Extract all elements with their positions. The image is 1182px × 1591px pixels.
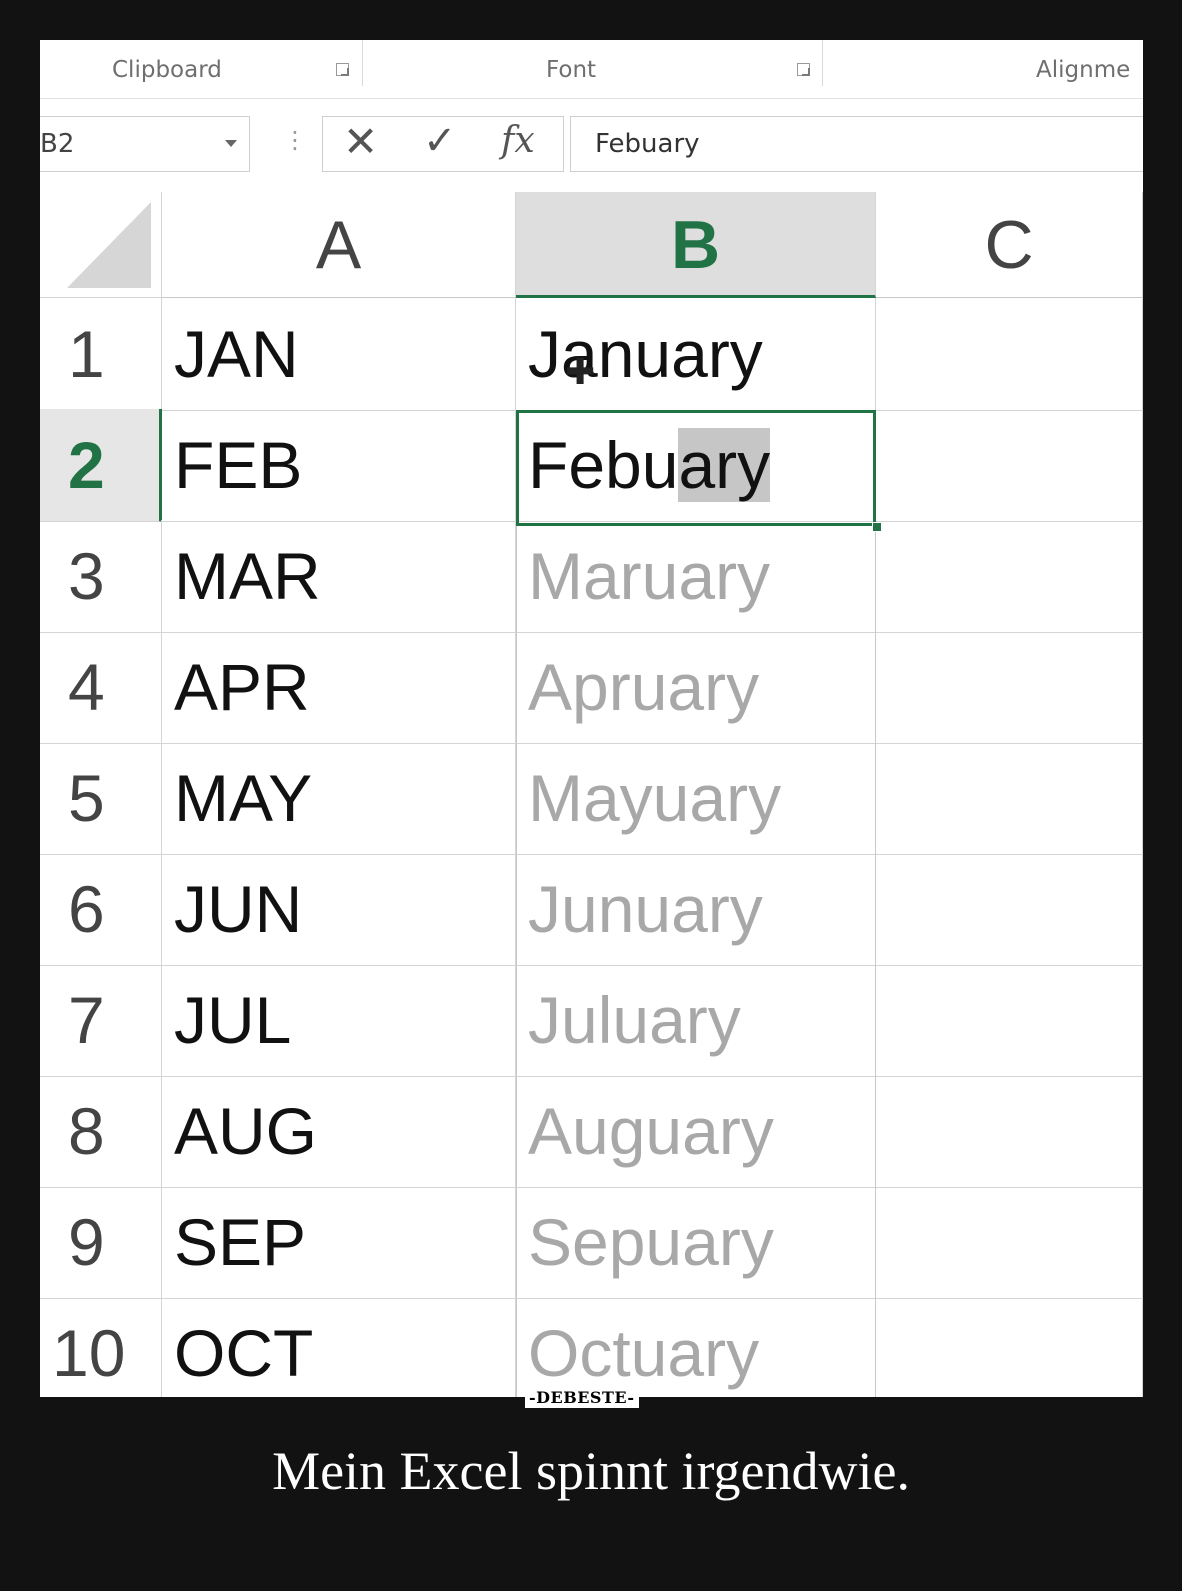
cell-b7[interactable]: Juluary <box>516 964 876 1077</box>
cell-a2[interactable]: FEB <box>162 409 516 522</box>
cell-a4[interactable]: APR <box>162 631 516 744</box>
fill-handle[interactable] <box>872 522 882 532</box>
select-all-button[interactable] <box>40 192 162 298</box>
cell-c8[interactable] <box>876 1075 1143 1188</box>
cell-b5[interactable]: Mayuary <box>516 742 876 855</box>
ribbon-group-clipboard: Clipboard <box>112 57 222 83</box>
cell-c9[interactable] <box>876 1186 1143 1299</box>
cell-a6[interactable]: JUN <box>162 853 516 966</box>
cell-b2-typed-text: Febu <box>528 428 679 502</box>
font-dialog-launcher-icon[interactable] <box>797 63 810 76</box>
column-header-a[interactable]: A <box>162 192 516 298</box>
insert-function-icon[interactable]: fx <box>501 123 535 159</box>
row-header-10[interactable]: 10 <box>40 1297 162 1397</box>
cell-c3[interactable] <box>876 520 1143 633</box>
column-header-b[interactable]: B <box>516 192 876 298</box>
cell-c4[interactable] <box>876 631 1143 744</box>
formula-bar-resize-handle[interactable]: ⋮ <box>283 128 307 152</box>
cell-b3[interactable]: Maruary <box>516 520 876 633</box>
cell-b2-autocomplete-suggestion: ary <box>678 428 771 502</box>
cell-a7[interactable]: JUL <box>162 964 516 1077</box>
cell-c2[interactable] <box>876 409 1143 522</box>
cell-a9[interactable]: SEP <box>162 1186 516 1299</box>
row-header-7[interactable]: 7 <box>40 964 162 1077</box>
cell-b2[interactable]: Febuary <box>516 409 876 522</box>
cell-c7[interactable] <box>876 964 1143 1077</box>
mouse-cursor-icon: ✚ <box>565 352 596 393</box>
cell-a5[interactable]: MAY <box>162 742 516 855</box>
cell-b10[interactable]: Octuary <box>516 1297 876 1397</box>
formula-bar: B2 ⋮ ✕ ✓ fx Febuary <box>40 110 1143 172</box>
row-header-2[interactable]: 2 <box>40 409 162 522</box>
ribbon-group-labels: Clipboard Font Alignme <box>40 40 1143 99</box>
ribbon-divider <box>822 40 823 86</box>
watermark-logo: -DEBESTE- <box>525 1388 639 1408</box>
row-header-1[interactable]: 1 <box>40 298 162 411</box>
row-header-8[interactable]: 8 <box>40 1075 162 1188</box>
row-header-6[interactable]: 6 <box>40 853 162 966</box>
cell-b4[interactable]: Apruary <box>516 631 876 744</box>
cell-a8[interactable]: AUG <box>162 1075 516 1188</box>
chevron-down-icon[interactable] <box>225 140 237 147</box>
row-header-4[interactable]: 4 <box>40 631 162 744</box>
ribbon-group-font: Font <box>546 57 597 83</box>
column-header-c[interactable]: C <box>876 192 1143 298</box>
name-box[interactable]: B2 <box>40 116 250 172</box>
clipboard-dialog-launcher-icon[interactable] <box>336 63 349 76</box>
ribbon-divider <box>362 40 363 86</box>
cell-a1[interactable]: JAN <box>162 298 516 411</box>
worksheet-grid: A B C 1 JAN January 2 FEB Febuary 3 MAR Maruary 4… <box>40 192 1143 1397</box>
enter-checkmark-icon[interactable]: ✓ <box>423 121 457 161</box>
row-header-5[interactable]: 5 <box>40 742 162 855</box>
cell-a3[interactable]: MAR <box>162 520 516 633</box>
cell-b8[interactable]: Auguary <box>516 1075 876 1188</box>
meme-caption: Mein Excel spinnt irgendwie. <box>272 1441 910 1501</box>
row-header-3[interactable]: 3 <box>40 520 162 633</box>
cell-b6[interactable]: Junuary <box>516 853 876 966</box>
cell-a10[interactable]: OCT <box>162 1297 516 1397</box>
cell-c10[interactable] <box>876 1297 1143 1397</box>
formula-bar-buttons: ✕ ✓ fx <box>322 116 564 172</box>
select-all-triangle-icon <box>67 202 151 288</box>
formula-input-value: Febuary <box>595 129 700 159</box>
formula-input[interactable]: Febuary <box>570 116 1143 172</box>
cell-c6[interactable] <box>876 853 1143 966</box>
cell-c5[interactable] <box>876 742 1143 855</box>
cancel-icon[interactable]: ✕ <box>343 121 378 163</box>
ribbon-group-alignment: Alignme <box>1036 57 1131 83</box>
row-header-9[interactable]: 9 <box>40 1186 162 1299</box>
name-box-value: B2 <box>40 129 75 159</box>
excel-screenshot: Clipboard Font Alignme B2 ⋮ ✕ ✓ fx Febua… <box>40 40 1143 1397</box>
cell-b9[interactable]: Sepuary <box>516 1186 876 1299</box>
cell-c1[interactable] <box>876 298 1143 411</box>
